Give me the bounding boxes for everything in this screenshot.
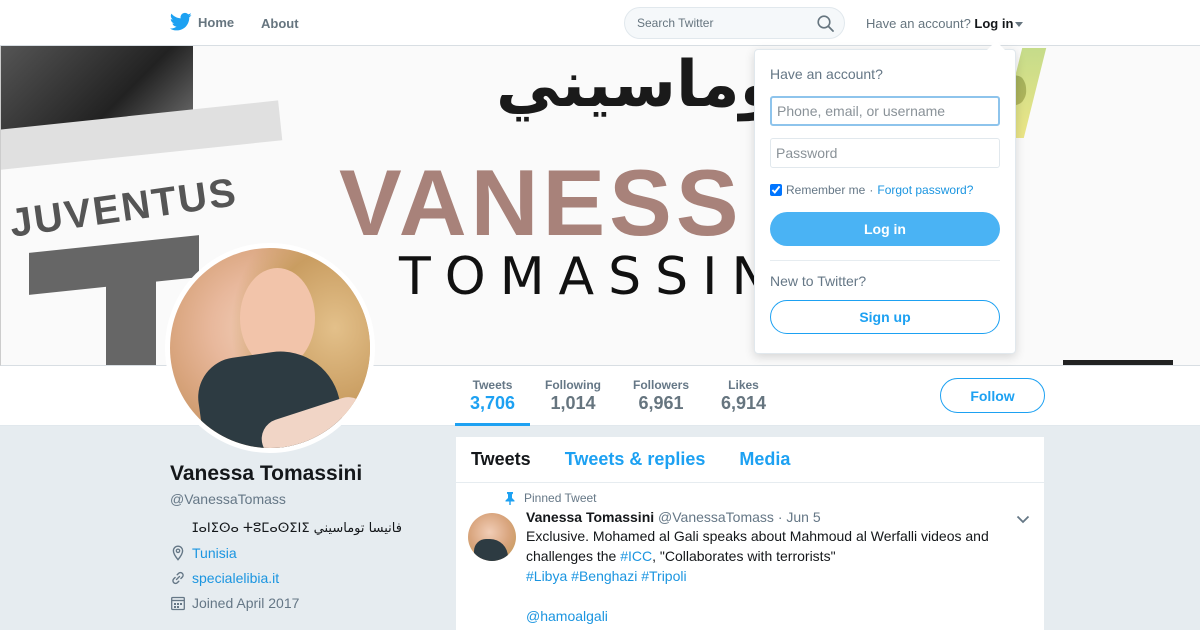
profile-website: specialelibia.it xyxy=(170,570,440,586)
stat-value: 3,706 xyxy=(470,393,516,413)
stat-label: Tweets xyxy=(472,378,513,392)
location-pin-icon xyxy=(172,545,184,561)
nav-about[interactable]: About xyxy=(261,16,299,31)
caret-down-icon xyxy=(1015,22,1024,28)
stat-label: Likes xyxy=(728,378,759,392)
stat-label: Following xyxy=(545,378,601,392)
twitter-bird-icon xyxy=(170,12,192,31)
login-prompt: Have an account? Log in xyxy=(866,16,1024,31)
dropdown-arrow xyxy=(987,41,1005,50)
forgot-password-link[interactable]: Forgot password? xyxy=(877,183,973,197)
login-dropdown-toggle[interactable]: Log in xyxy=(974,16,1024,31)
stat-value: 1,014 xyxy=(550,393,596,413)
separator-dot: · xyxy=(869,183,874,197)
profile-info: Vanessa Tomassini @VanessaTomass ⵊⴰⵏⵉⵙⴰ … xyxy=(170,462,440,611)
banner-name-text: VANESS xyxy=(339,150,743,255)
pinned-indicator: Pinned Tweet xyxy=(504,491,1029,505)
avatar-photo xyxy=(170,248,370,448)
timeline: Tweets Tweets & replies Media Pinned Twe… xyxy=(456,437,1044,630)
profile-joined: Joined April 2017 xyxy=(170,595,440,611)
divider xyxy=(770,260,1000,261)
hashtag-link[interactable]: #Tripoli xyxy=(641,568,686,584)
dropdown-title: Have an account? xyxy=(770,66,883,82)
joined-date: Joined April 2017 xyxy=(192,595,300,611)
search-box xyxy=(624,7,845,39)
have-account-text: Have an account? xyxy=(866,16,971,31)
signup-button[interactable]: Sign up xyxy=(770,300,1000,334)
calendar-icon xyxy=(171,596,185,611)
tweet-author-name[interactable]: Vanessa Tomassini xyxy=(526,509,654,525)
stat-followers[interactable]: Followers 6,961 xyxy=(633,378,689,414)
remember-label[interactable]: Remember me xyxy=(786,183,865,197)
pinned-tweet[interactable]: Pinned Tweet Vanessa Tomassini @VanessaT… xyxy=(456,483,1044,626)
website-link[interactable]: specialelibia.it xyxy=(192,570,279,586)
timeline-tabs: Tweets Tweets & replies Media xyxy=(456,437,1044,483)
login-dropdown: Have an account? Remember me · Forgot pa… xyxy=(754,41,1016,354)
location-link[interactable]: Tunisia xyxy=(192,545,237,561)
profile-handle[interactable]: @VanessaTomass xyxy=(170,491,440,507)
tab-tweets-replies[interactable]: Tweets & replies xyxy=(565,449,706,470)
tweet-avatar-figure xyxy=(474,539,508,561)
tab-tweets[interactable]: Tweets xyxy=(471,449,531,470)
stat-tweets[interactable]: Tweets 3,706 xyxy=(470,378,515,414)
pin-icon xyxy=(505,491,515,505)
username-field[interactable] xyxy=(770,96,1000,126)
remember-row: Remember me · Forgot password? xyxy=(770,183,973,197)
stat-value: 6,914 xyxy=(721,393,767,413)
stat-label: Followers xyxy=(633,378,690,392)
stat-following[interactable]: Following 1,014 xyxy=(545,378,601,414)
chevron-down-icon[interactable] xyxy=(1016,515,1030,524)
tweet-date[interactable]: · Jun 5 xyxy=(778,509,821,525)
hashtag-link[interactable]: #Benghazi xyxy=(571,568,637,584)
tweet-header: Vanessa Tomassini @VanessaTomass · Jun 5 xyxy=(526,509,1029,525)
banner-side-text: JUVENTUS xyxy=(6,170,241,246)
login-button[interactable]: Log in xyxy=(770,212,1000,246)
pinned-label: Pinned Tweet xyxy=(524,491,597,505)
remember-checkbox[interactable] xyxy=(770,184,782,196)
profile-name[interactable]: Vanessa Tomassini xyxy=(170,462,440,486)
banner-surname-text: TOMASSINI xyxy=(399,247,814,307)
nav-home-label: Home xyxy=(198,14,235,30)
hashtag-link[interactable]: #ICC xyxy=(620,548,652,564)
search-input[interactable] xyxy=(625,8,805,38)
tweet-author-avatar[interactable] xyxy=(468,513,516,561)
tweet-text: Exclusive. Mohamed al Gali speaks about … xyxy=(526,526,1006,626)
hashtag-link[interactable]: #Libya xyxy=(526,568,567,584)
nav-home[interactable]: Home xyxy=(170,12,234,32)
link-icon xyxy=(172,571,184,585)
profile-location: Tunisia xyxy=(170,545,440,561)
active-stat-underline xyxy=(455,423,530,426)
search-icon[interactable] xyxy=(817,15,834,32)
login-link-label: Log in xyxy=(974,16,1014,31)
follow-button[interactable]: Follow xyxy=(940,378,1045,413)
top-navigation: Home About Have an account? Log in xyxy=(0,0,1200,46)
stat-value: 6,961 xyxy=(638,393,684,413)
banner-logo-shape xyxy=(106,266,156,365)
profile-avatar[interactable] xyxy=(165,243,375,453)
password-field[interactable] xyxy=(770,138,1000,168)
tweet-author-handle[interactable]: @VanessaTomass xyxy=(658,509,774,525)
new-to-twitter-text: New to Twitter? xyxy=(770,273,867,289)
tweet-text-part: , "Collaborates with terrorists" xyxy=(652,548,836,564)
profile-bio: ⵊⴰⵏⵉⵙⴰ ⵜⵓⵎⴰⵙⵉⵏⵉ فانيسا توماسيني xyxy=(192,521,402,536)
mention-link[interactable]: @hamoalgali xyxy=(526,608,608,624)
stat-likes[interactable]: Likes 6,914 xyxy=(721,378,766,414)
tab-media[interactable]: Media xyxy=(739,449,790,470)
